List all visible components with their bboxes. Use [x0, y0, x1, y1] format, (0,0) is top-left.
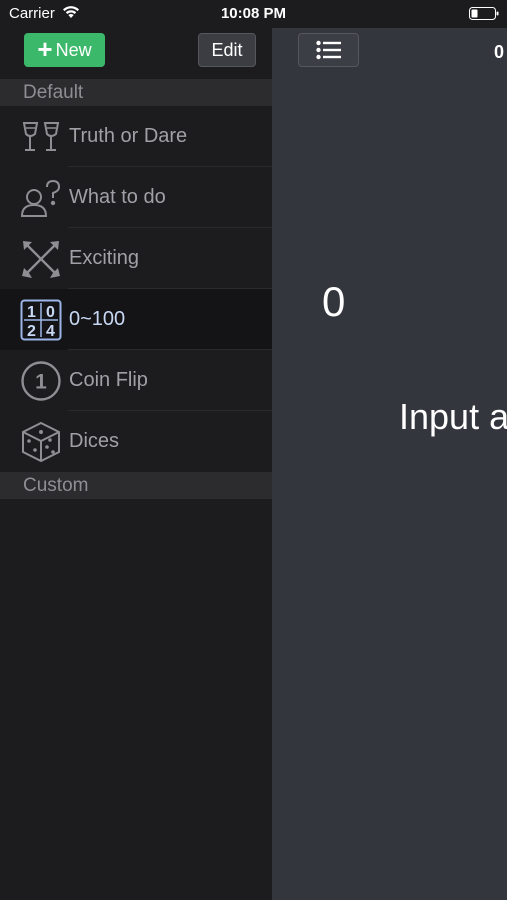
list-item-coin-flip[interactable]: 1 Coin Flip [0, 350, 272, 411]
person-question-icon [20, 177, 62, 219]
section-header-default: Default [0, 79, 272, 106]
sidebar: + New Edit Default Truth or Dare What to… [0, 28, 272, 900]
menu-list-button[interactable] [298, 33, 359, 67]
sidebar-toolbar: + New Edit [0, 28, 272, 79]
list-item-dices[interactable]: Dices [0, 411, 272, 472]
status-bar: Carrier 10:08 PM [0, 0, 507, 28]
list-item-what-to-do[interactable]: What to do [0, 167, 272, 228]
coin-digit: 1 [35, 371, 47, 394]
list-item-label: 0~100 [69, 308, 126, 330]
number-grid-icon: 1 0 2 4 [20, 299, 62, 341]
default-list: Truth or Dare What to do Exciting 1 0 2 … [0, 106, 272, 472]
grid-digit: 4 [46, 323, 55, 340]
section-header-custom: Custom [0, 472, 272, 499]
coin-icon: 1 [20, 360, 62, 402]
grid-digit: 2 [27, 323, 36, 340]
dice-icon [20, 421, 62, 463]
current-value: 0 [322, 278, 346, 325]
wine-glasses-icon [20, 116, 62, 158]
new-button-label: New [55, 39, 92, 60]
status-time: 10:08 PM [220, 5, 287, 22]
list-item-0-100[interactable]: 1 0 2 4 0~100 [0, 289, 272, 350]
grid-digit: 1 [27, 304, 36, 321]
list-item-exciting[interactable]: Exciting [0, 228, 272, 289]
list-item-label: Coin Flip [69, 369, 148, 391]
battery-icon [469, 7, 499, 20]
top-counter: 0 [494, 42, 505, 62]
input-prompt[interactable]: Input a [399, 396, 507, 438]
crossed-arrows-icon [20, 238, 62, 280]
plus-icon: + [37, 34, 53, 64]
new-button[interactable]: + New [24, 33, 105, 67]
main-panel: 0 0 Input a [272, 28, 507, 900]
list-icon [315, 40, 341, 60]
edit-button-label: Edit [211, 39, 243, 60]
list-item-label: Dices [69, 430, 120, 452]
edit-button[interactable]: Edit [198, 33, 256, 67]
grid-digit: 0 [46, 304, 55, 321]
list-item-label: What to do [69, 186, 166, 208]
list-item-truth-or-dare[interactable]: Truth or Dare [0, 106, 272, 167]
list-item-label: Truth or Dare [69, 125, 188, 147]
main-toolbar: 0 [272, 28, 507, 79]
list-item-label: Exciting [69, 247, 140, 269]
